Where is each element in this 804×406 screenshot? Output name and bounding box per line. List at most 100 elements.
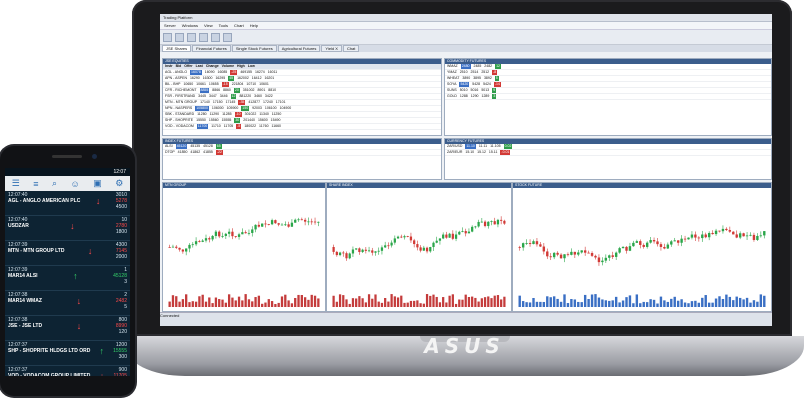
- table-row[interactable]: DTOP 41850 41862 41855 -22: [163, 150, 441, 156]
- table-cell: -15: [221, 82, 229, 87]
- volume-bar: [194, 301, 198, 307]
- volume-bar: [237, 296, 241, 307]
- settings-icon[interactable]: [223, 32, 232, 42]
- volume-bar: [608, 300, 611, 307]
- watchlist-item[interactable]: 12:07:37 SHP - SHOPRITE HLDGS LTD ORD ↑ 120…: [5, 341, 130, 366]
- watchlist-item[interactable]: 12:07:40 AGL - ANGLO AMERICAN PLC ↓ 3010 527…: [5, 191, 130, 216]
- candle-body: [649, 240, 652, 243]
- volume-bar: [218, 299, 221, 307]
- candle-body: [480, 221, 483, 223]
- new-icon[interactable]: [163, 32, 172, 42]
- watchlist-item[interactable]: 12:07:38 JSE - JSE LTD ↓ 800 8990 120: [5, 316, 130, 341]
- tab-4[interactable]: Yield X: [321, 45, 342, 52]
- table-row[interactable]: VOD - VODACOM 11700 11710 11705 -5 180022 1176…: [163, 124, 441, 130]
- table-row[interactable]: ZAR/EUR 15.10 15.12 15.11 -0.01: [445, 150, 771, 156]
- watchlist-item[interactable]: 12:07:40 USDZAR ↓ 10 2780 1800: [5, 216, 130, 241]
- gear-icon[interactable]: ⚙: [115, 178, 123, 189]
- watchlist-item[interactable]: 12:07:39 MTN - MTN GROUP LTD ↓ 4300 7145 2000: [5, 241, 130, 266]
- tab-0[interactable]: JSE Shares: [162, 45, 192, 52]
- volume-bar: [673, 296, 676, 307]
- table-cell: 16090: [204, 70, 215, 74]
- candle-body: [261, 223, 264, 227]
- menu-item-tools[interactable]: Tools: [219, 23, 228, 28]
- table-cell: 45128: [203, 144, 213, 148]
- chart-3[interactable]: STOCK FUTURE: [512, 182, 772, 312]
- candle-body: [380, 247, 384, 251]
- chart-icon[interactable]: [211, 32, 220, 42]
- watchlist-item[interactable]: 12:07:39 MAR14 ALSI ↑ 1 45128 3: [5, 266, 130, 291]
- volume-bar: [718, 296, 721, 307]
- volume-bar: [231, 297, 234, 307]
- menu-item-server[interactable]: Server: [164, 23, 176, 28]
- volume-bar: [191, 301, 194, 307]
- volume-bar: [448, 295, 451, 307]
- candle-body: [738, 233, 742, 238]
- volume-bar: [290, 303, 294, 307]
- volume-bar: [348, 303, 351, 307]
- list-icon[interactable]: ☰: [12, 178, 20, 189]
- menu-item-windows[interactable]: Windows: [182, 23, 198, 28]
- candle-body: [204, 238, 208, 241]
- table-cell: 15560: [208, 118, 219, 122]
- column-header[interactable]: Instr: [165, 64, 173, 69]
- user-icon[interactable]: ☺: [71, 179, 80, 189]
- table-cell: SUNS: [447, 88, 457, 92]
- menu-item-chart[interactable]: Chart: [234, 23, 244, 28]
- tab-3[interactable]: Agricultural Futures: [277, 45, 321, 52]
- table-cell: YMAZ: [447, 70, 457, 74]
- volume-bar: [601, 299, 604, 307]
- menu-item-help[interactable]: Help: [250, 23, 258, 28]
- column-header[interactable]: Volume: [222, 64, 234, 69]
- menu-icon[interactable]: ≡: [33, 179, 38, 189]
- volume-bar: [317, 298, 320, 307]
- volume-bar: [711, 302, 714, 307]
- phone: 12:07 ☰ ≡ ⌕ ☺ ▣ ⚙ 12:07:40 AGL - ANGLO AM…: [0, 146, 135, 396]
- save-icon[interactable]: [187, 32, 196, 42]
- candle-body: [690, 234, 694, 238]
- candle-body: [201, 240, 204, 242]
- volume-bar: [535, 301, 539, 307]
- watchlist-values: 10 2780 1800: [116, 217, 127, 239]
- table-cell: 3: [492, 94, 497, 99]
- candle-body: [218, 231, 221, 237]
- watchlist-values: 4300 7145 2000: [116, 242, 127, 264]
- briefcase-icon[interactable]: ▣: [93, 178, 102, 189]
- volume-bar: [483, 297, 487, 307]
- volume-bar: [480, 298, 483, 307]
- table-cell: 17145: [225, 100, 236, 104]
- table-cell: 5428: [472, 82, 481, 86]
- tab-1[interactable]: Financial Futures: [192, 45, 231, 52]
- volume-bar: [742, 299, 745, 307]
- chart-1[interactable]: MTN GROUP: [162, 182, 326, 312]
- volume-bar: [649, 299, 652, 307]
- menu-item-view[interactable]: View: [204, 23, 213, 28]
- candle-body: [477, 221, 480, 227]
- candle-body: [393, 238, 396, 243]
- table-cell: 1289: [481, 94, 490, 98]
- column-header[interactable]: Offer: [184, 64, 192, 69]
- column-header[interactable]: High: [237, 64, 245, 69]
- index-panel: INDEX FUTURES ALSI 45120 45135 45128 65 DTOP 4…: [162, 138, 442, 180]
- table-row[interactable]: GOLD 1288 1290 1289 3: [445, 94, 771, 100]
- tab-2[interactable]: Single Stock Futures: [231, 45, 277, 52]
- column-header[interactable]: Low: [248, 64, 255, 69]
- watchlist-item[interactable]: 12:07:38 MAR14 WMAZ ↓ 2 2482 5: [5, 291, 130, 316]
- volume-bar: [432, 294, 435, 307]
- watchlist-item[interactable]: 12:07:37 VOD - VODACOM GROUP LIMITED ↓ 900 1…: [5, 366, 130, 376]
- search-icon[interactable]: ⌕: [52, 178, 57, 189]
- column-header[interactable]: Change: [206, 64, 219, 69]
- equities-panel: JSE EQUITIES Instr Bid Offer Last Change Volu…: [162, 58, 442, 136]
- volume-bar: [546, 296, 549, 307]
- table-cell: 12: [495, 64, 501, 69]
- volume-bar: [241, 300, 244, 307]
- candle-body: [342, 252, 345, 254]
- print-icon[interactable]: [199, 32, 208, 42]
- tab-5[interactable]: Chat: [342, 45, 360, 52]
- open-icon[interactable]: [175, 32, 184, 42]
- volume-bar: [694, 300, 697, 307]
- column-header[interactable]: Bid: [176, 64, 182, 69]
- chart-2[interactable]: SHARE INDEX: [326, 182, 512, 312]
- volume-bar: [683, 302, 687, 307]
- column-header[interactable]: Last: [196, 64, 203, 69]
- table-cell: 150: [241, 106, 250, 111]
